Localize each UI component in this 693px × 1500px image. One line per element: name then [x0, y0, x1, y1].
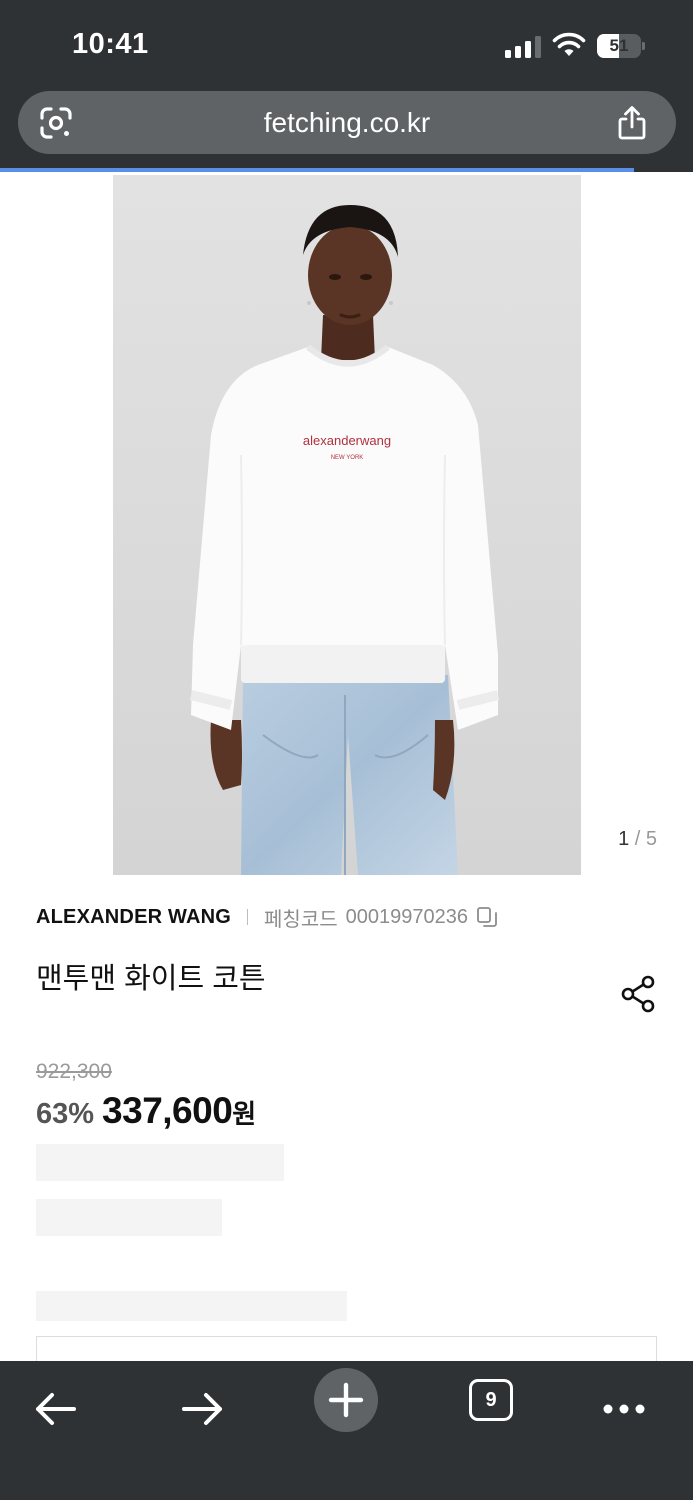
status-time: 10:41 — [72, 28, 149, 60]
wifi-icon — [552, 32, 586, 56]
battery-icon: 51 — [597, 34, 645, 58]
browser-top-bar: 10:41 51 fetching.co.kr — [0, 0, 693, 172]
brand-name[interactable]: ALEXANDER WANG — [36, 906, 231, 929]
browser-bottom-toolbar: 9 — [0, 1361, 693, 1500]
sweatshirt-print: alexanderwang — [303, 433, 391, 448]
discount-rate: 63% — [36, 1098, 95, 1130]
share-icon[interactable] — [614, 105, 650, 141]
image-counter-separator: / — [629, 828, 646, 850]
page: 10:41 51 fetching.co.kr alexanderwang NE… — [0, 0, 693, 1500]
divider — [247, 909, 249, 925]
battery-percent: 51 — [609, 36, 629, 55]
page-load-progress-fill — [0, 168, 635, 172]
share-nodes-icon[interactable] — [620, 974, 658, 1014]
loading-placeholder — [36, 1144, 284, 1181]
google-lens-icon[interactable] — [38, 105, 74, 141]
loading-placeholder — [36, 1199, 222, 1236]
currency: 원 — [232, 1099, 257, 1129]
plus-icon — [328, 1382, 364, 1418]
copy-icon[interactable] — [476, 906, 498, 928]
image-counter-current: 1 — [618, 828, 630, 850]
new-tab-button[interactable] — [314, 1368, 378, 1432]
product-photo-model-sweatshirt: alexanderwang NEW YORK — [113, 175, 581, 875]
original-price: 922,300 — [36, 1060, 112, 1083]
sale-price: 337,600 — [102, 1090, 233, 1131]
address-bar[interactable]: fetching.co.kr — [18, 91, 676, 154]
more-dots-icon[interactable] — [592, 1377, 656, 1441]
brand-row: ALEXANDER WANG 페칭코드 00019970236 — [36, 903, 498, 931]
cellular-signal-icon — [505, 36, 545, 58]
loading-placeholder — [36, 1291, 347, 1321]
arrow-left-icon[interactable] — [24, 1377, 88, 1441]
sweatshirt-subprint: NEW YORK — [331, 455, 364, 461]
image-counter: 1 / 5 — [618, 828, 657, 851]
arrow-right-icon[interactable] — [170, 1377, 234, 1441]
url-text[interactable]: fetching.co.kr — [18, 91, 676, 154]
product-title: 맨투맨 화이트 코튼 — [36, 963, 266, 995]
tabs-icon[interactable]: 9 — [469, 1379, 513, 1421]
product-image[interactable]: alexanderwang NEW YORK — [113, 175, 581, 875]
image-counter-total: 5 — [645, 828, 657, 850]
page-load-progress — [0, 168, 693, 172]
product-code: 00019970236 — [345, 905, 468, 928]
price-row: 63% 337,600 원 — [36, 1090, 256, 1132]
product-code-label: 페칭코드 — [264, 908, 338, 931]
